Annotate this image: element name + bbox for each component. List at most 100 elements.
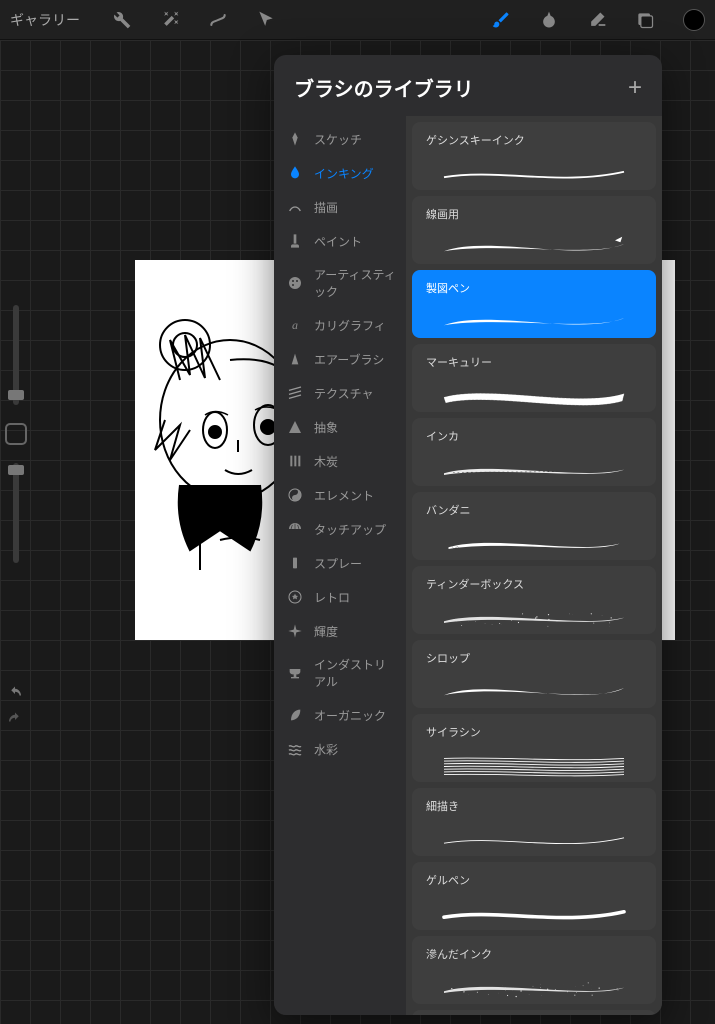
category-item[interactable]: 抽象	[274, 410, 406, 444]
can-icon	[286, 554, 304, 572]
sparkle-icon	[286, 622, 304, 640]
brush-item[interactable]: バンダニ	[412, 492, 656, 560]
brush-item[interactable]: 細描き	[412, 788, 656, 856]
brush-name: インカ	[426, 428, 642, 444]
star-circle-icon	[286, 588, 304, 606]
brush-item[interactable]: シロップ	[412, 640, 656, 708]
brush-stroke-preview	[426, 448, 642, 484]
brush-name: ゲルペン	[426, 872, 642, 888]
gallery-button[interactable]: ギャラリー	[10, 10, 80, 30]
leaf-icon	[286, 706, 304, 724]
layers-icon[interactable]	[635, 10, 655, 30]
brush-stroke-preview	[426, 596, 642, 632]
category-label: スプレー	[314, 555, 362, 572]
add-brush-icon[interactable]: +	[628, 74, 642, 102]
brush-tool-icon[interactable]	[491, 10, 511, 30]
category-label: タッチアップ	[314, 521, 386, 538]
top-left-icons	[112, 10, 276, 30]
category-item[interactable]: スケッチ	[274, 122, 406, 156]
brush-item[interactable]: スタジオペン	[412, 1010, 656, 1015]
category-item[interactable]: ペイント	[274, 224, 406, 258]
brush-item[interactable]: 線画用	[412, 196, 656, 264]
spray-icon	[286, 350, 304, 368]
category-label: 描画	[314, 199, 338, 216]
category-item[interactable]: インダストリアル	[274, 648, 406, 698]
svg-text:a: a	[292, 318, 298, 332]
left-slider-panel	[2, 305, 30, 563]
brush-stroke-preview	[426, 966, 642, 1002]
brush-stroke-preview	[426, 892, 642, 928]
palette-icon	[286, 274, 304, 292]
category-label: 抽象	[314, 419, 338, 436]
category-item[interactable]: エレメント	[274, 478, 406, 512]
brush-item[interactable]: インカ	[412, 418, 656, 486]
category-item[interactable]: エアーブラシ	[274, 342, 406, 376]
category-label: インキング	[314, 165, 374, 182]
category-item[interactable]: 描画	[274, 190, 406, 224]
brush-stroke-preview	[426, 818, 642, 854]
category-item[interactable]: アーティスティック	[274, 258, 406, 308]
category-item[interactable]: オーガニック	[274, 698, 406, 732]
category-item[interactable]: 木炭	[274, 444, 406, 478]
top-toolbar: ギャラリー	[0, 0, 715, 40]
panel-header: ブラシのライブラリ +	[274, 55, 662, 116]
drop-icon	[286, 164, 304, 182]
brush-size-slider[interactable]	[13, 305, 19, 405]
brush-category-list[interactable]: スケッチインキング描画ペイントアーティスティック a カリグラフィエアーブラシテクス…	[274, 116, 406, 1015]
cursor-icon[interactable]	[256, 10, 276, 30]
category-item[interactable]: インキング	[274, 156, 406, 190]
category-item[interactable]: 輝度	[274, 614, 406, 648]
brush-item[interactable]: ティンダーボックス	[412, 566, 656, 634]
category-label: カリグラフィ	[314, 317, 386, 334]
undo-icon[interactable]	[6, 685, 24, 703]
category-item[interactable]: テクスチャ	[274, 376, 406, 410]
brush-stroke-preview	[426, 300, 642, 336]
a-letter-icon: a	[286, 316, 304, 334]
modifier-button[interactable]	[5, 423, 27, 445]
brush-item[interactable]: マーキュリー	[412, 344, 656, 412]
brush-stroke-preview	[426, 374, 642, 410]
brush-stroke-preview	[426, 522, 642, 558]
pen-nib-icon	[286, 130, 304, 148]
redo-icon[interactable]	[6, 711, 24, 729]
category-label: ペイント	[314, 233, 362, 250]
panel-title: ブラシのライブラリ	[294, 73, 474, 102]
undo-redo-group	[6, 685, 24, 729]
waves-icon	[286, 740, 304, 758]
category-item[interactable]: a カリグラフィ	[274, 308, 406, 342]
yinyang-icon	[286, 486, 304, 504]
brush-item[interactable]: サイラシン	[412, 714, 656, 782]
brush-item[interactable]: ゲシンスキーインク	[412, 122, 656, 190]
category-item[interactable]: タッチアップ	[274, 512, 406, 546]
brush-name: ゲシンスキーインク	[426, 132, 642, 148]
wand-icon[interactable]	[160, 10, 180, 30]
category-item[interactable]: 水彩	[274, 732, 406, 766]
smudge-tool-icon[interactable]	[539, 10, 559, 30]
color-picker-swatch[interactable]	[683, 9, 705, 31]
category-label: 木炭	[314, 453, 338, 470]
brush-name: バンダニ	[426, 502, 642, 518]
brush-stroke-preview	[426, 152, 642, 188]
eraser-tool-icon[interactable]	[587, 10, 607, 30]
brush-name: サイラシン	[426, 724, 642, 740]
brush-name: マーキュリー	[426, 354, 642, 370]
category-label: エアーブラシ	[314, 351, 384, 368]
bars-icon	[286, 452, 304, 470]
brush-item[interactable]: 製図ペン	[412, 270, 656, 338]
brush-item[interactable]: 滲んだインク	[412, 936, 656, 1004]
s-curve-icon[interactable]	[208, 10, 228, 30]
brush-name: ティンダーボックス	[426, 576, 642, 592]
category-item[interactable]: スプレー	[274, 546, 406, 580]
wrench-icon[interactable]	[112, 10, 132, 30]
triangle-icon	[286, 418, 304, 436]
category-item[interactable]: レトロ	[274, 580, 406, 614]
brush-item[interactable]: ゲルペン	[412, 862, 656, 930]
brush-library-panel: ブラシのライブラリ + スケッチインキング描画ペイントアーティスティック a カリグ…	[274, 55, 662, 1015]
category-label: 水彩	[314, 741, 338, 758]
hatch-icon	[286, 384, 304, 402]
opacity-slider[interactable]	[13, 463, 19, 563]
category-label: アーティスティック	[314, 266, 396, 300]
brush-stroke-preview	[426, 670, 642, 706]
brush-list[interactable]: ゲシンスキーインク線画用製図ペンマーキュリーインカバンダニティンダーボックスシロ…	[406, 116, 662, 1015]
brush-name: シロップ	[426, 650, 642, 666]
